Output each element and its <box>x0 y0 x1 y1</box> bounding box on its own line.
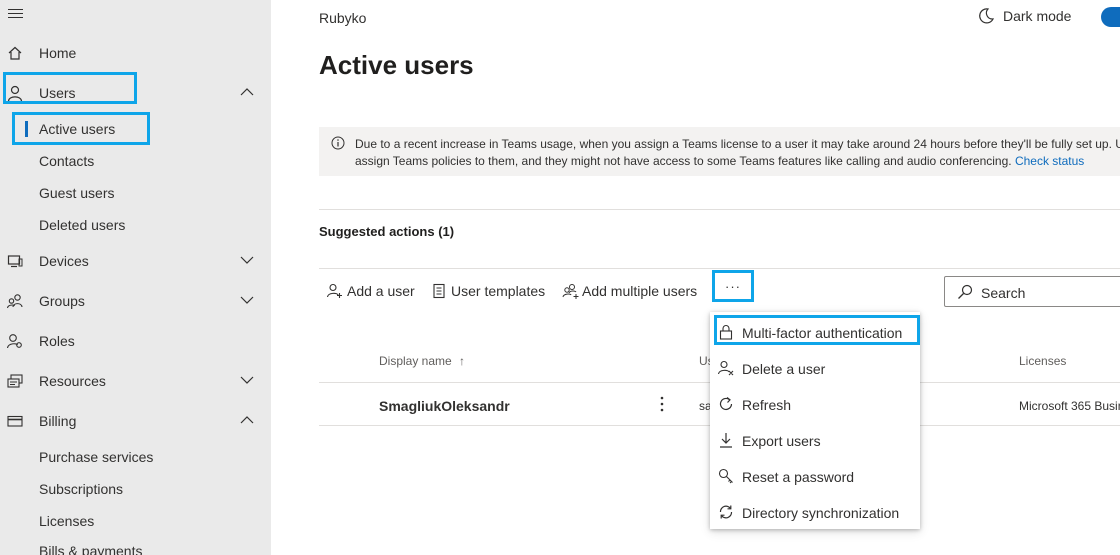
search-label: Search <box>981 285 1026 301</box>
menu-item-directory-sync[interactable]: Directory synchronization <box>710 494 920 530</box>
home-icon <box>8 46 22 60</box>
sidebar-item-roles[interactable]: Roles <box>0 326 271 356</box>
credit-card-icon <box>7 415 23 427</box>
menu-item-label: Refresh <box>742 397 792 413</box>
sidebar-item-guest-users[interactable]: Guest users <box>0 179 271 207</box>
roles-icon <box>7 334 22 349</box>
sidebar-item-resources[interactable]: Resources <box>0 366 271 396</box>
menu-item-label: Reset a password <box>742 469 855 485</box>
sync-icon <box>719 505 733 519</box>
column-header-label: Display name <box>379 354 452 368</box>
lock-icon <box>719 325 733 340</box>
hamburger-menu-icon[interactable] <box>8 6 23 21</box>
column-header-display-name[interactable]: Display name ↑ <box>379 354 465 368</box>
divider <box>319 209 1120 210</box>
sidebar-item-label: Bills & payments <box>39 543 143 555</box>
sidebar-item-devices[interactable]: Devices <box>0 246 271 276</box>
menu-item-reset-password[interactable]: Reset a password <box>710 458 920 494</box>
check-status-link[interactable]: Check status <box>1015 154 1084 168</box>
info-icon <box>331 136 345 150</box>
user-templates-label: User templates <box>451 283 546 299</box>
sidebar-item-bills-payments[interactable]: Bills & payments <box>0 537 271 555</box>
sidebar-item-users[interactable]: Users <box>0 78 271 108</box>
chevron-up-icon[interactable] <box>240 415 254 425</box>
sidebar: Home Users Active users Contacts Guest u… <box>0 0 271 555</box>
ellipsis-icon: ··· <box>725 279 741 294</box>
delete-person-icon <box>718 360 734 376</box>
sidebar-item-label: Active users <box>39 121 116 137</box>
add-person-icon <box>327 283 342 298</box>
page-title: Active users <box>319 50 474 80</box>
sidebar-item-subscriptions[interactable]: Subscriptions <box>0 475 271 503</box>
more-vertical-icon[interactable] <box>659 395 665 413</box>
banner-text-line2: assign Teams policies to them, and they … <box>355 154 1012 168</box>
sidebar-item-licenses[interactable]: Licenses <box>0 507 271 535</box>
sidebar-item-active-users[interactable]: Active users <box>0 115 271 143</box>
template-icon <box>433 283 445 299</box>
org-name: Rubyko <box>319 10 367 26</box>
sidebar-item-billing[interactable]: Billing <box>0 406 271 436</box>
menu-item-refresh[interactable]: Refresh <box>710 386 920 422</box>
sidebar-item-label: Subscriptions <box>39 481 124 497</box>
chevron-down-icon[interactable] <box>240 375 254 385</box>
sidebar-item-label: Roles <box>39 333 75 349</box>
sidebar-item-label: Guest users <box>39 185 115 201</box>
sidebar-item-label: Contacts <box>39 153 95 169</box>
divider <box>319 268 1120 269</box>
sidebar-item-label: Licenses <box>39 513 95 529</box>
moon-icon[interactable] <box>977 7 997 27</box>
sidebar-item-deleted-users[interactable]: Deleted users <box>0 211 271 239</box>
key-icon <box>718 468 733 484</box>
column-header-licenses[interactable]: Licenses <box>1019 354 1066 368</box>
chevron-down-icon[interactable] <box>240 255 254 265</box>
sidebar-item-label: Users <box>39 85 76 101</box>
info-banner: Due to a recent increase in Teams usage,… <box>319 127 1120 176</box>
add-group-icon <box>562 284 579 299</box>
more-actions-button[interactable]: ··· <box>712 270 754 302</box>
chevron-up-icon[interactable] <box>240 87 254 97</box>
sort-ascending-icon: ↑ <box>459 354 466 368</box>
sidebar-item-label: Home <box>39 45 77 61</box>
menu-item-label: Directory synchronization <box>742 505 900 521</box>
dark-mode-label[interactable]: Dark mode <box>1003 8 1071 24</box>
suggested-actions[interactable]: Suggested actions (1) <box>319 224 454 239</box>
resources-icon <box>7 374 23 388</box>
menu-item-label: Export users <box>742 433 821 449</box>
banner-text-line1: Due to a recent increase in Teams usage,… <box>355 137 1120 151</box>
menu-item-delete-user[interactable]: Delete a user <box>710 350 920 386</box>
license-cell: Microsoft 365 Busin <box>1019 399 1120 413</box>
sidebar-item-label: Groups <box>39 293 85 309</box>
chevron-down-icon[interactable] <box>240 295 254 305</box>
sidebar-item-purchase-services[interactable]: Purchase services <box>0 443 271 471</box>
menu-item-label: Multi-factor authentication <box>742 325 903 341</box>
sidebar-item-label: Devices <box>39 253 89 269</box>
refresh-icon <box>719 397 733 410</box>
sidebar-item-label: Billing <box>39 413 77 429</box>
sidebar-item-home[interactable]: Home <box>0 38 271 68</box>
selection-indicator <box>25 121 28 137</box>
group-icon <box>7 294 23 309</box>
more-actions-menu: Multi-factor authentication Delete a use… <box>710 312 920 529</box>
download-icon <box>720 433 732 448</box>
sidebar-item-groups[interactable]: Groups <box>0 286 271 316</box>
display-name-cell[interactable]: SmagliukOleksandr <box>379 398 510 414</box>
dark-mode-toggle[interactable] <box>1101 7 1120 27</box>
search-box[interactable]: Search <box>944 276 1120 307</box>
sidebar-item-contacts[interactable]: Contacts <box>0 147 271 175</box>
menu-item-label: Delete a user <box>742 361 826 377</box>
sidebar-item-label: Resources <box>39 373 106 389</box>
add-multiple-users-label: Add multiple users <box>582 283 698 299</box>
sidebar-item-label: Deleted users <box>39 217 126 233</box>
sidebar-item-label: Purchase services <box>39 449 154 465</box>
menu-item-mfa[interactable]: Multi-factor authentication <box>710 314 920 350</box>
devices-icon <box>7 255 23 268</box>
add-user-label: Add a user <box>347 283 415 299</box>
person-icon <box>7 85 23 101</box>
menu-item-export-users[interactable]: Export users <box>710 422 920 458</box>
search-icon <box>958 284 973 299</box>
